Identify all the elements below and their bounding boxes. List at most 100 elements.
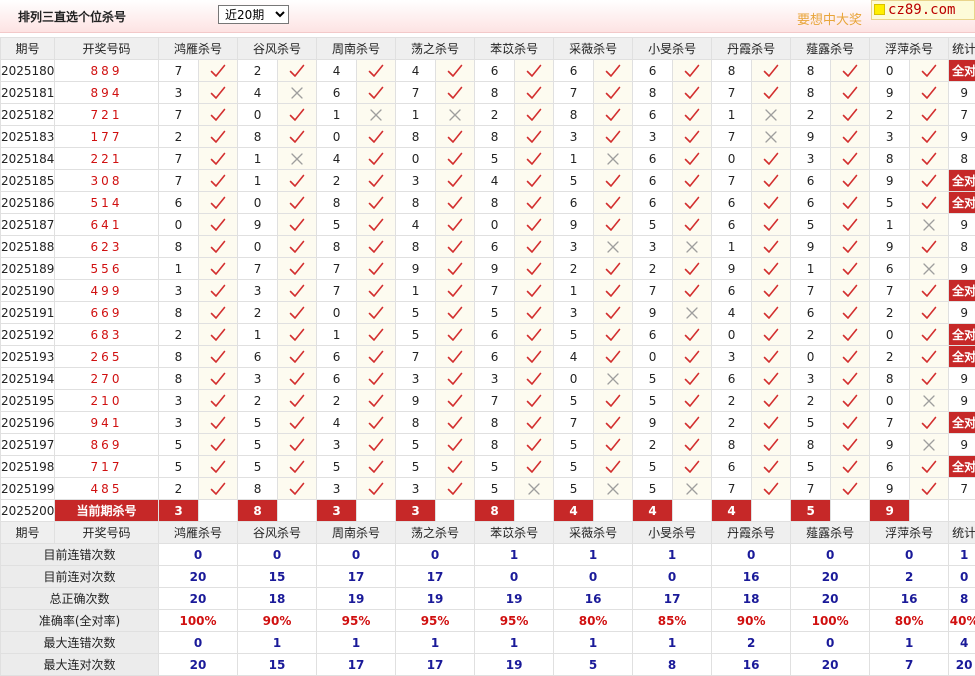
stats-value: 8 bbox=[633, 654, 712, 676]
check-icon bbox=[752, 456, 791, 478]
kill-number: 7 bbox=[712, 478, 752, 500]
kill-number: 9 bbox=[633, 302, 673, 324]
check-icon bbox=[910, 126, 949, 148]
top-bar: 排列三直选个位杀号 近20期 要想中大奖 cz89.com bbox=[0, 0, 975, 33]
table-row: 202518955617799229169 bbox=[1, 258, 975, 280]
stats-row: 最大连错次数01111112014 bbox=[1, 632, 975, 654]
site-logo[interactable]: cz89.com bbox=[871, 0, 975, 20]
stats-value: 2 bbox=[870, 566, 949, 588]
stats-value: 0 bbox=[396, 544, 475, 566]
check-icon bbox=[673, 126, 712, 148]
check-icon bbox=[278, 478, 317, 500]
kill-number: 5 bbox=[870, 192, 910, 214]
kill-number: 3 bbox=[238, 368, 278, 390]
logo-square-icon bbox=[874, 4, 885, 15]
kill-number: 0 bbox=[475, 214, 515, 236]
kill-number: 2 bbox=[317, 390, 357, 412]
check-icon bbox=[752, 236, 791, 258]
check-icon bbox=[831, 192, 870, 214]
kill-number: 8 bbox=[159, 236, 199, 258]
stats-value: 90% bbox=[712, 610, 791, 632]
page-title: 排列三直选个位杀号 bbox=[18, 8, 126, 25]
check-icon bbox=[199, 478, 238, 500]
stats-value: 15 bbox=[238, 654, 317, 676]
check-icon bbox=[515, 82, 554, 104]
col-header-expert: 荡之杀号 bbox=[396, 522, 475, 544]
check-icon bbox=[594, 214, 633, 236]
kill-number: 9 bbox=[396, 258, 436, 280]
kill-number: 7 bbox=[317, 258, 357, 280]
cross-icon bbox=[278, 148, 317, 170]
check-icon bbox=[199, 104, 238, 126]
check-icon bbox=[199, 192, 238, 214]
col-header-draw: 开奖号码 bbox=[55, 522, 159, 544]
check-icon bbox=[831, 390, 870, 412]
kill-number: 5 bbox=[396, 434, 436, 456]
cross-icon bbox=[673, 478, 712, 500]
check-icon bbox=[436, 346, 475, 368]
kill-number: 0 bbox=[396, 148, 436, 170]
kill-number: 1 bbox=[317, 104, 357, 126]
kill-number: 8 bbox=[159, 346, 199, 368]
check-icon bbox=[515, 434, 554, 456]
empty-cell bbox=[436, 500, 475, 522]
check-icon bbox=[199, 60, 238, 82]
kill-number: 9 bbox=[554, 214, 594, 236]
kill-number: 9 bbox=[791, 236, 831, 258]
issue-number: 2025197 bbox=[1, 434, 55, 456]
check-icon bbox=[752, 192, 791, 214]
stats-row: 目前连对次数20151717000162020 bbox=[1, 566, 975, 588]
check-icon bbox=[357, 170, 396, 192]
col-header-total: 统计 bbox=[949, 38, 975, 60]
check-icon bbox=[278, 456, 317, 478]
all-correct-badge: 全对 bbox=[949, 346, 975, 368]
stats-value: 7 bbox=[870, 654, 949, 676]
stats-value: 18 bbox=[238, 588, 317, 610]
kill-number: 3 bbox=[554, 302, 594, 324]
check-icon bbox=[594, 456, 633, 478]
issue-number: 2025198 bbox=[1, 456, 55, 478]
check-icon bbox=[673, 192, 712, 214]
kill-number: 9 bbox=[712, 258, 752, 280]
current-kill-number: 3 bbox=[396, 500, 436, 522]
current-issue-row: 2025200当前期杀号3833844459 bbox=[1, 500, 975, 522]
empty-cell bbox=[752, 500, 791, 522]
cross-icon bbox=[594, 368, 633, 390]
check-icon bbox=[752, 258, 791, 280]
kill-number: 6 bbox=[554, 192, 594, 214]
col-header-expert: 鸿雁杀号 bbox=[159, 522, 238, 544]
col-header-expert: 薤露杀号 bbox=[791, 38, 870, 60]
issue-number: 2025195 bbox=[1, 390, 55, 412]
stats-value: 15 bbox=[238, 566, 317, 588]
check-icon bbox=[673, 214, 712, 236]
issue-number: 2025184 bbox=[1, 148, 55, 170]
stats-value: 20 bbox=[159, 566, 238, 588]
current-kill-number: 4 bbox=[633, 500, 673, 522]
kill-number: 5 bbox=[554, 170, 594, 192]
stats-value: 17 bbox=[317, 654, 396, 676]
kill-number: 2 bbox=[791, 390, 831, 412]
kill-number: 7 bbox=[159, 148, 199, 170]
check-icon bbox=[831, 346, 870, 368]
draw-number: 894 bbox=[55, 82, 159, 104]
check-icon bbox=[594, 390, 633, 412]
kill-number: 1 bbox=[554, 148, 594, 170]
stats-value: 1 bbox=[633, 544, 712, 566]
stats-value: 1 bbox=[870, 632, 949, 654]
issue-number: 2025185 bbox=[1, 170, 55, 192]
check-icon bbox=[515, 456, 554, 478]
draw-number: 717 bbox=[55, 456, 159, 478]
all-correct-badge: 全对 bbox=[949, 456, 975, 478]
header-row: 期号开奖号码鸿雁杀号谷风杀号周南杀号荡之杀号苯苡杀号采薇杀号小旻杀号丹霞杀号薤露… bbox=[1, 38, 975, 60]
check-icon bbox=[515, 60, 554, 82]
period-select[interactable]: 近20期 bbox=[218, 5, 289, 24]
check-icon bbox=[910, 60, 949, 82]
check-icon bbox=[436, 170, 475, 192]
check-icon bbox=[594, 280, 633, 302]
kill-number: 6 bbox=[475, 324, 515, 346]
draw-number: 623 bbox=[55, 236, 159, 258]
table-row: 202518272170112861227 bbox=[1, 104, 975, 126]
kill-number: 6 bbox=[870, 456, 910, 478]
stats-label: 准确率(全对率) bbox=[1, 610, 159, 632]
check-icon bbox=[278, 368, 317, 390]
